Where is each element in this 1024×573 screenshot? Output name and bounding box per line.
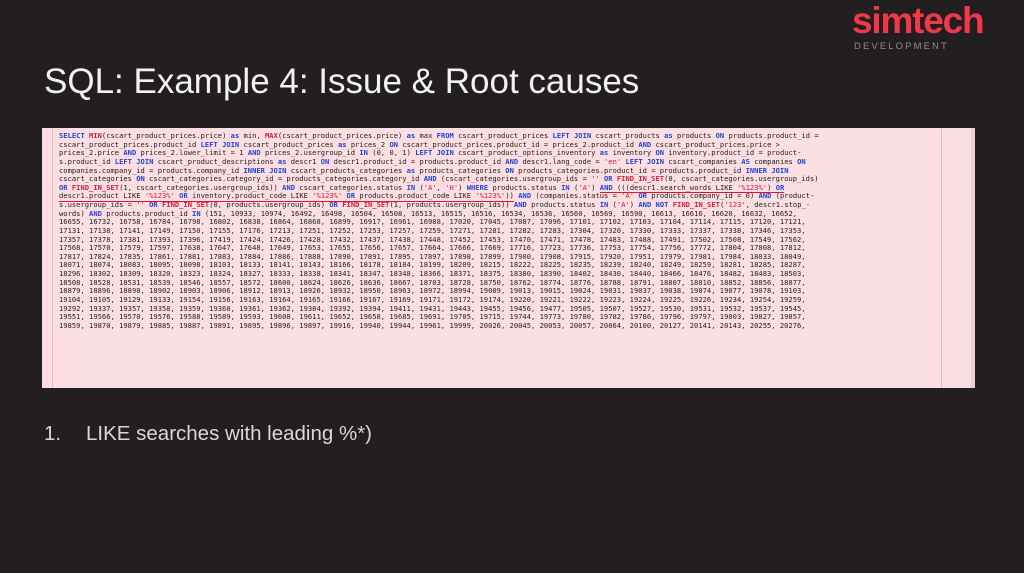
- code-scrollbar[interactable]: [971, 128, 975, 388]
- bullet-number: 1.: [44, 422, 62, 445]
- code-gutter-left: [52, 128, 53, 388]
- sql-code-block: SELECT MIN(cscart_product_prices.price) …: [42, 128, 975, 388]
- logo-subtitle: DEVELOPMENT: [854, 41, 949, 52]
- sql-code-text: SELECT MIN(cscart_product_prices.price) …: [59, 131, 959, 330]
- slide: simtech DEVELOPMENT SQL: Example 4: Issu…: [0, 0, 1024, 573]
- list-item: 1. LIKE searches with leading %*): [44, 422, 372, 446]
- logo-wordmark: simtech: [852, 0, 985, 41]
- bullet-text: LIKE searches with leading %*): [86, 422, 373, 445]
- code-line: 19859, 19870, 19879, 19885, 19887, 19891…: [59, 320, 806, 330]
- simtech-logo: simtech DEVELOPMENT: [852, 0, 1024, 53]
- page-title: SQL: Example 4: Issue & Root causes: [44, 62, 640, 101]
